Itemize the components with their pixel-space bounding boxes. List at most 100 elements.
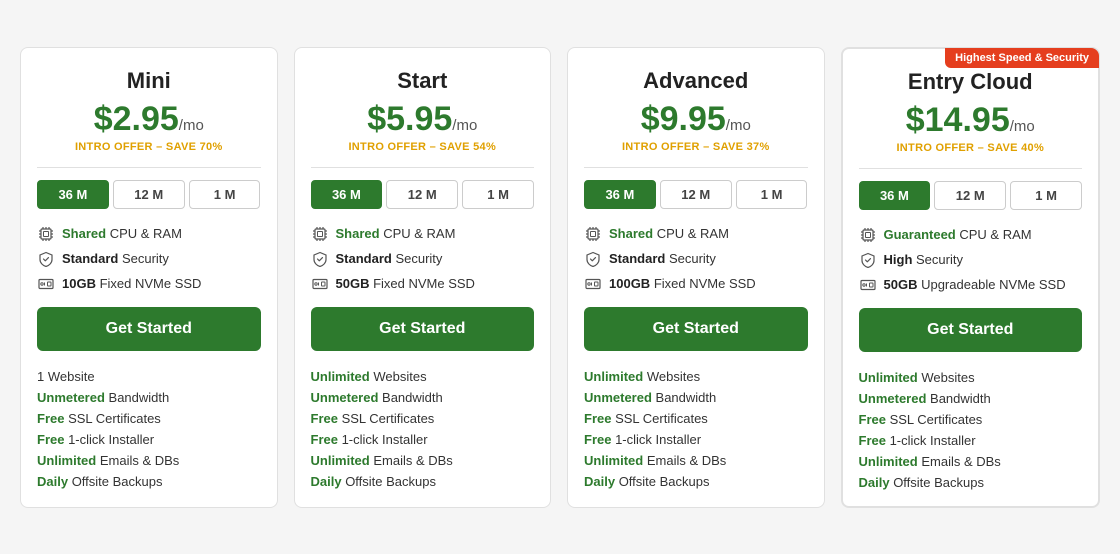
- price-amount-entry-cloud: $14.95: [906, 101, 1010, 139]
- list-item-start-4: Unlimited Emails & DBs: [311, 453, 535, 468]
- features-top-advanced: Shared CPU & RAM Standard Security 100GB…: [584, 225, 808, 293]
- plan-name-start: Start: [311, 68, 535, 94]
- period-selector-advanced: 36 M12 M1 M: [584, 180, 808, 209]
- period-btn-mini-1[interactable]: 12 M: [113, 180, 185, 209]
- period-btn-start-2[interactable]: 1 M: [462, 180, 534, 209]
- period-btn-entry-cloud-1[interactable]: 12 M: [934, 181, 1006, 210]
- list-item-advanced-3: Free 1-click Installer: [584, 432, 808, 447]
- feature-cpu-mini: Shared CPU & RAM: [37, 225, 261, 243]
- plan-price-advanced: $9.95/mo: [584, 100, 808, 139]
- list-item-start-5: Daily Offsite Backups: [311, 474, 535, 489]
- list-item-mini-4: Unlimited Emails & DBs: [37, 453, 261, 468]
- period-btn-start-0[interactable]: 36 M: [311, 180, 383, 209]
- price-amount-start: $5.95: [367, 100, 452, 138]
- feature-storage-advanced: 100GB Fixed NVMe SSD: [584, 275, 808, 293]
- list-item-advanced-2: Free SSL Certificates: [584, 411, 808, 426]
- security-text-entry-cloud: High Security: [884, 252, 963, 267]
- price-amount-advanced: $9.95: [641, 100, 726, 138]
- ssd-icon-entry-cloud: [859, 276, 877, 294]
- intro-offer-entry-cloud: INTRO OFFER – SAVE 40%: [859, 142, 1083, 154]
- period-selector-mini: 36 M12 M1 M: [37, 180, 261, 209]
- plan-card-start: Start $5.95/mo INTRO OFFER – SAVE 54% 36 …: [294, 47, 552, 508]
- badge-entry-cloud: Highest Speed & Security: [945, 48, 1099, 68]
- plan-price-entry-cloud: $14.95/mo: [859, 101, 1083, 140]
- divider-entry-cloud: [859, 168, 1083, 169]
- feature-cpu-entry-cloud: Guaranteed CPU & RAM: [859, 226, 1083, 244]
- feature-storage-start: 50GB Fixed NVMe SSD: [311, 275, 535, 293]
- list-item-advanced-5: Daily Offsite Backups: [584, 474, 808, 489]
- intro-offer-advanced: INTRO OFFER – SAVE 37%: [584, 141, 808, 153]
- cpu-icon-mini: [37, 225, 55, 243]
- shield-icon-entry-cloud: [859, 251, 877, 269]
- plan-card-mini: Mini $2.95/mo INTRO OFFER – SAVE 70%36 M…: [20, 47, 278, 508]
- period-btn-start-1[interactable]: 12 M: [386, 180, 458, 209]
- price-period-advanced: /mo: [726, 117, 751, 134]
- features-top-entry-cloud: Guaranteed CPU & RAM High Security 50GB …: [859, 226, 1083, 294]
- divider-mini: [37, 167, 261, 168]
- price-period-mini: /mo: [179, 117, 204, 134]
- period-btn-mini-2[interactable]: 1 M: [189, 180, 261, 209]
- list-item-entry-cloud-2: Free SSL Certificates: [859, 412, 1083, 427]
- period-btn-entry-cloud-0[interactable]: 36 M: [859, 181, 931, 210]
- period-btn-advanced-2[interactable]: 1 M: [736, 180, 808, 209]
- features-top-start: Shared CPU & RAM Standard Security 50GB …: [311, 225, 535, 293]
- get-started-btn-start[interactable]: Get Started: [311, 307, 535, 351]
- storage-text-entry-cloud: 50GB Upgradeable NVMe SSD: [884, 277, 1066, 292]
- features-list-entry-cloud: Unlimited WebsitesUnmetered BandwidthFre…: [859, 370, 1083, 490]
- pricing-container: Mini $2.95/mo INTRO OFFER – SAVE 70%36 M…: [20, 47, 1100, 508]
- features-list-advanced: Unlimited Websites Unmetered Bandwidth Fre…: [584, 369, 808, 489]
- cpu-icon-entry-cloud: [859, 226, 877, 244]
- list-item-start-3: Free 1-click Installer: [311, 432, 535, 447]
- shield-icon-mini: [37, 250, 55, 268]
- plan-price-mini: $2.95/mo: [37, 100, 261, 139]
- price-amount-mini: $2.95: [94, 100, 179, 138]
- plan-card-advanced: Advanced $9.95/mo INTRO OFFER – SAVE 37%…: [567, 47, 825, 508]
- feature-storage-entry-cloud: 50GB Upgradeable NVMe SSD: [859, 276, 1083, 294]
- storage-text-start: 50GB Fixed NVMe SSD: [336, 276, 475, 291]
- period-btn-advanced-0[interactable]: 36 M: [584, 180, 656, 209]
- get-started-btn-mini[interactable]: Get Started: [37, 307, 261, 351]
- plan-name-advanced: Advanced: [584, 68, 808, 94]
- cpu-icon-advanced: [584, 225, 602, 243]
- list-item-start-0: Unlimited Websites: [311, 369, 535, 384]
- price-period-entry-cloud: /mo: [1010, 118, 1035, 135]
- get-started-btn-advanced[interactable]: Get Started: [584, 307, 808, 351]
- divider-advanced: [584, 167, 808, 168]
- period-btn-advanced-1[interactable]: 12 M: [660, 180, 732, 209]
- list-item-entry-cloud-5: Daily Offsite Backups: [859, 475, 1083, 490]
- period-selector-entry-cloud: 36 M12 M1 M: [859, 181, 1083, 210]
- shield-icon-start: [311, 250, 329, 268]
- plan-card-entry-cloud: Highest Speed & SecurityEntry Cloud $14.…: [841, 47, 1101, 508]
- list-item-entry-cloud-0: Unlimited Websites: [859, 370, 1083, 385]
- shield-icon-advanced: [584, 250, 602, 268]
- features-list-mini: 1 WebsiteUnmetered BandwidthFree SSL Cer…: [37, 369, 261, 489]
- list-item-advanced-4: Unlimited Emails & DBs: [584, 453, 808, 468]
- ssd-icon-advanced: [584, 275, 602, 293]
- list-item-advanced-0: Unlimited Websites: [584, 369, 808, 384]
- cpu-icon-start: [311, 225, 329, 243]
- security-text-mini: Standard Security: [62, 251, 169, 266]
- list-item-entry-cloud-3: Free 1-click Installer: [859, 433, 1083, 448]
- plan-price-start: $5.95/mo: [311, 100, 535, 139]
- cpu-text-mini: Shared CPU & RAM: [62, 226, 182, 241]
- list-item-entry-cloud-4: Unlimited Emails & DBs: [859, 454, 1083, 469]
- list-item-advanced-1: Unmetered Bandwidth: [584, 390, 808, 405]
- storage-text-mini: 10GB Fixed NVMe SSD: [62, 276, 201, 291]
- plan-name-entry-cloud: Entry Cloud: [859, 69, 1083, 95]
- features-list-start: Unlimited WebsitesUnmetered BandwidthFre…: [311, 369, 535, 489]
- intro-offer-start: INTRO OFFER – SAVE 54%: [311, 141, 535, 153]
- list-item-mini-1: Unmetered Bandwidth: [37, 390, 261, 405]
- get-started-btn-entry-cloud[interactable]: Get Started: [859, 308, 1083, 352]
- security-text-advanced: Standard Security: [609, 251, 716, 266]
- list-item-mini-5: Daily Offsite Backups: [37, 474, 261, 489]
- feature-cpu-start: Shared CPU & RAM: [311, 225, 535, 243]
- intro-offer-mini: INTRO OFFER – SAVE 70%: [37, 141, 261, 153]
- feature-security-start: Standard Security: [311, 250, 535, 268]
- price-period-start: /mo: [452, 117, 477, 134]
- feature-security-entry-cloud: High Security: [859, 251, 1083, 269]
- cpu-text-start: Shared CPU & RAM: [336, 226, 456, 241]
- storage-text-advanced: 100GB Fixed NVMe SSD: [609, 276, 756, 291]
- period-btn-entry-cloud-2[interactable]: 1 M: [1010, 181, 1082, 210]
- list-item-mini-2: Free SSL Certificates: [37, 411, 261, 426]
- period-btn-mini-0[interactable]: 36 M: [37, 180, 109, 209]
